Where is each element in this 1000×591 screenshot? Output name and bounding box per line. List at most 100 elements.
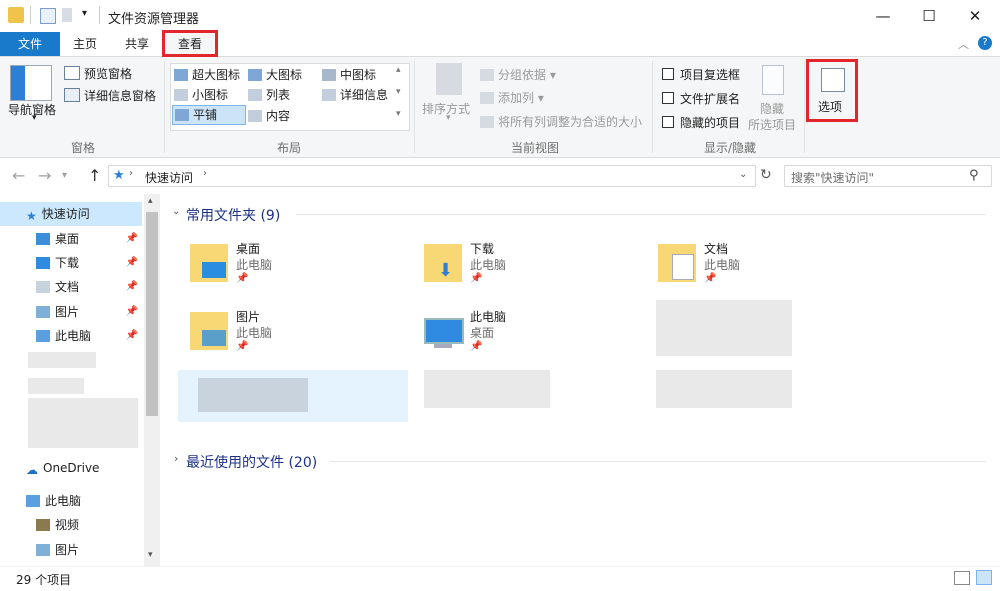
tab-share[interactable]: 共享: [116, 32, 158, 56]
item-checkboxes-toggle[interactable]: 项目复选框: [662, 66, 740, 83]
folder-tile-downloads[interactable]: ⬇ 下载 此电脑 📌: [408, 236, 628, 294]
new-folder-icon[interactable]: [62, 8, 72, 22]
folder-desktop-icon: [190, 244, 228, 282]
blurred-tile: [656, 370, 792, 408]
hide-selected-icon[interactable]: [762, 65, 784, 95]
group-by-button[interactable]: 分组依据 ▾: [480, 66, 556, 83]
sidebar-item-desktop[interactable]: 桌面 📌: [0, 227, 142, 251]
maximize-icon[interactable]: ☐: [906, 0, 952, 32]
item-checkboxes-label: 项目复选框: [680, 68, 741, 82]
details-option[interactable]: 详细信息: [322, 86, 388, 103]
xl-icons-option[interactable]: 超大图标: [174, 66, 240, 83]
folder-tile-documents[interactable]: 文档 此电脑 📌: [642, 236, 862, 294]
scroll-down-icon[interactable]: ▾: [148, 550, 153, 560]
tab-file[interactable]: 文件: [0, 32, 60, 56]
file-extensions-toggle[interactable]: 文件扩展名: [662, 90, 740, 107]
scrollbar-thumb[interactable]: [146, 212, 158, 416]
sidebar-item-downloads[interactable]: 下载 📌: [0, 251, 142, 275]
tiles-view-toggle-icon[interactable]: [976, 570, 992, 585]
folder-tile-this-pc[interactable]: 此电脑 桌面 📌: [408, 304, 628, 362]
large-icons-option[interactable]: 大图标: [248, 66, 302, 83]
sidebar-item-documents[interactable]: 文档 📌: [0, 275, 142, 299]
sidebar-item-label: 此电脑: [55, 329, 92, 343]
back-icon[interactable]: ←: [12, 166, 25, 185]
add-column-button[interactable]: 添加列 ▾: [480, 89, 544, 106]
customize-qat-icon[interactable]: ▾: [82, 8, 87, 19]
chevron-down-icon[interactable]: ▾: [446, 113, 451, 123]
sidebar-item-pictures[interactable]: 图片 📌: [0, 300, 142, 324]
list-option[interactable]: 列表: [248, 86, 290, 103]
pin-icon[interactable]: 📌: [126, 227, 138, 251]
address-box[interactable]: ★ › 快速访问 › ⌄: [108, 165, 756, 187]
breadcrumb[interactable]: 快速访问: [145, 169, 193, 186]
sidebar-item-this-pc-root[interactable]: 此电脑: [0, 489, 142, 513]
computer-icon: [36, 330, 50, 342]
scroll-up-icon[interactable]: ▴: [148, 196, 153, 206]
checkbox[interactable]: [662, 116, 674, 128]
folder-name: 图片: [236, 310, 261, 324]
options-button[interactable]: 选项: [806, 59, 858, 122]
fit-columns-button[interactable]: 将所有列调整为合适的大小: [480, 113, 642, 130]
help-icon[interactable]: ?: [978, 36, 992, 50]
medium-icons-option[interactable]: 中图标: [322, 66, 376, 83]
forward-icon[interactable]: →: [38, 166, 51, 185]
pin-icon[interactable]: 📌: [126, 251, 138, 275]
folder-tile-pictures[interactable]: 图片 此电脑 📌: [174, 304, 394, 362]
sidebar-item-label: 视频: [55, 518, 80, 532]
details-pane-button[interactable]: 详细信息窗格: [64, 87, 156, 104]
hidden-items-toggle[interactable]: 隐藏的项目: [662, 114, 740, 131]
refresh-icon[interactable]: ↻: [760, 167, 772, 183]
checkbox[interactable]: [662, 68, 674, 80]
fit-columns-icon: [480, 116, 494, 128]
tab-view[interactable]: 查看: [162, 30, 218, 57]
pin-icon[interactable]: 📌: [126, 324, 138, 348]
frequent-folders-header[interactable]: 常用文件夹 (9): [186, 205, 280, 225]
pin-icon[interactable]: 📌: [126, 275, 138, 299]
sidebar-item-videos[interactable]: 视频: [0, 513, 142, 537]
hide-selected-button[interactable]: 隐藏: [760, 100, 784, 117]
sidebar-item-onedrive[interactable]: ☁ OneDrive: [0, 456, 142, 480]
content-option[interactable]: 内容: [248, 107, 290, 124]
folder-downloads-icon: ⬇: [424, 244, 462, 282]
chevron-down-icon[interactable]: ▾: [32, 113, 37, 123]
pictures-icon: [36, 544, 50, 556]
tab-home[interactable]: 主页: [64, 32, 106, 56]
nav-pane-icon[interactable]: [10, 65, 52, 101]
breadcrumb-arrow-icon[interactable]: ›: [129, 168, 133, 179]
recent-files-header[interactable]: 最近使用的文件 (20): [186, 452, 317, 472]
folder-tile-desktop[interactable]: 桌面 此电脑 📌: [174, 236, 394, 294]
search-input[interactable]: 搜索"快速访问" ⚲: [784, 165, 992, 187]
checkbox[interactable]: [662, 92, 674, 104]
gallery-down-icon[interactable]: ▾: [396, 87, 401, 97]
folder-location: 桌面: [470, 326, 495, 340]
sidebar-item-this-pc[interactable]: 此电脑 📌: [0, 324, 142, 348]
breadcrumb-arrow-icon[interactable]: ›: [203, 168, 207, 179]
gallery-more-icon[interactable]: ▾: [396, 109, 401, 119]
collapse-section-icon[interactable]: ⌄: [172, 206, 180, 217]
recent-locations-icon[interactable]: ▾: [62, 170, 67, 181]
pin-icon: 📌: [236, 273, 249, 284]
pictures-icon: [36, 306, 50, 318]
properties-icon[interactable]: [40, 8, 56, 24]
folder-location: 此电脑: [470, 258, 507, 272]
address-dropdown-icon[interactable]: ⌄: [739, 169, 747, 180]
tiles-option[interactable]: 平铺: [172, 105, 246, 125]
minimize-icon[interactable]: —: [860, 0, 906, 32]
sidebar-item-quick-access[interactable]: ★ 快速访问: [0, 202, 142, 226]
preview-pane-button[interactable]: 预览窗格: [64, 65, 132, 82]
small-icons-option[interactable]: 小图标: [174, 86, 228, 103]
sidebar-item-pc-pictures[interactable]: 图片: [0, 538, 142, 562]
pin-icon[interactable]: 📌: [126, 300, 138, 324]
details-view-toggle-icon[interactable]: [954, 571, 970, 585]
close-icon[interactable]: ✕: [952, 0, 998, 32]
sort-icon[interactable]: [436, 63, 462, 95]
blurred-item: [28, 352, 96, 368]
fit-columns-label: 将所有列调整为合适的大小: [498, 115, 643, 129]
expand-section-icon[interactable]: ›: [174, 452, 178, 465]
gallery-up-icon[interactable]: ▴: [396, 65, 401, 75]
content-label: 内容: [266, 109, 291, 123]
collapse-ribbon-icon[interactable]: ︿: [958, 36, 969, 52]
up-icon[interactable]: ↑: [88, 166, 101, 185]
hide-selected-button-line2[interactable]: 所选项目: [748, 116, 796, 133]
search-icon[interactable]: ⚲: [969, 168, 979, 183]
